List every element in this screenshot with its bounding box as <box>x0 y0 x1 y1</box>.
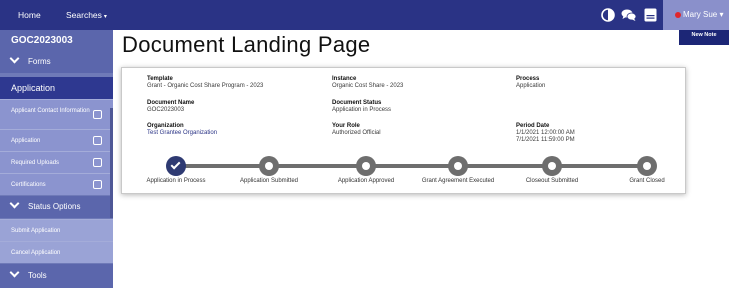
document-name-label: Document Name <box>147 100 195 106</box>
progress-track <box>170 164 647 168</box>
sidebar-item-label: Applicant Contact Information <box>11 108 90 114</box>
progress-step <box>259 156 279 176</box>
new-note-button[interactable]: New Note <box>679 30 729 45</box>
document-name-value: GOC2023003 <box>147 107 185 113</box>
progress-step <box>542 156 562 176</box>
document-status-field: Document Status Application in Process <box>332 100 391 114</box>
contrast-icon[interactable] <box>601 8 615 22</box>
sidebar-item-label: Submit Application <box>11 228 61 234</box>
caret-down-icon: ▾ <box>103 14 107 20</box>
forms-label: Forms <box>28 57 51 66</box>
checkbox-icon[interactable] <box>93 158 102 167</box>
checkbox-icon[interactable] <box>93 110 102 119</box>
chevron-down-icon <box>9 53 20 64</box>
template-label: Template <box>147 76 173 82</box>
organization-field: Organization Test Grantee Organization <box>147 123 217 137</box>
instance-field: Instance Organic Cost Share - 2023 <box>332 76 403 90</box>
record-id: GOC2023003 <box>0 30 113 51</box>
step-label: Application in Process <box>146 178 206 184</box>
step-label: Closeout Submitted <box>525 178 579 184</box>
your-role-label: Your Role <box>332 123 360 129</box>
sidebar-item-application-header[interactable]: Application <box>0 77 113 99</box>
progress-step <box>637 156 657 176</box>
sidebar-item-label: Required Uploads <box>11 160 60 166</box>
instance-value: Organic Cost Share - 2023 <box>332 83 404 89</box>
progress-step <box>448 156 468 176</box>
document-name-field: Document Name GOC2023003 <box>147 100 194 114</box>
user-menu[interactable]: Mary Sue ▾ <box>663 0 729 30</box>
instance-label: Instance <box>332 76 357 82</box>
step-label: Application Submitted <box>239 178 299 184</box>
user-status-icon <box>675 12 681 18</box>
checkbox-icon[interactable] <box>93 136 102 145</box>
period-date-start: 1/1/2021 12:00:00 AM <box>516 130 575 136</box>
page-title: Document Landing Page <box>122 32 371 57</box>
top-nav-bar: Home Searches ▾ Mary Sue ▾ <box>0 0 729 30</box>
document-status-label: Document Status <box>332 100 382 106</box>
sidebar-item-label: Cancel Application <box>11 250 61 256</box>
sidebar-item-submit-application[interactable]: Submit Application <box>0 219 113 241</box>
nav-searches-menu[interactable]: Searches ▾ <box>66 0 107 30</box>
progress-step <box>166 156 186 176</box>
process-field: Process Application <box>516 76 545 90</box>
user-name: Mary Sue <box>683 10 718 19</box>
step-label: Grant Closed <box>629 178 665 184</box>
forms-section-toggle[interactable]: Forms <box>0 51 113 73</box>
chevron-down-icon <box>9 267 20 278</box>
process-label: Process <box>516 76 540 82</box>
template-value: Grant - Organic Cost Share Program - 202… <box>147 83 264 89</box>
status-options-label: Status Options <box>28 202 81 211</box>
chat-icon[interactable] <box>621 8 637 22</box>
sidebar-item-applicant-contact[interactable]: Applicant Contact Information <box>0 99 113 129</box>
step-label: Application Approved <box>337 178 395 184</box>
period-date-end: 7/1/2021 11:59:00 PM <box>516 137 575 143</box>
tools-section-toggle[interactable]: Tools <box>0 264 113 288</box>
document-status-value: Application in Process <box>332 107 392 113</box>
process-value: Application <box>516 83 546 89</box>
sidebar: GOC2023003 Forms Application Applicant C… <box>0 30 113 288</box>
notes-icon[interactable] <box>644 8 657 22</box>
step-label: Grant Agreement Executed <box>421 178 495 184</box>
sidebar-item-label: Application <box>11 138 41 144</box>
chevron-down-icon <box>9 198 20 209</box>
nav-home-link[interactable]: Home <box>18 0 41 30</box>
your-role-value: Authorized Official <box>332 130 381 136</box>
period-date-field: Period Date 1/1/2021 12:00:00 AM 7/1/202… <box>516 123 575 144</box>
sidebar-item-cancel-application[interactable]: Cancel Application <box>0 241 113 263</box>
sidebar-item-application[interactable]: Application <box>0 129 113 151</box>
tools-label: Tools <box>28 271 47 280</box>
progress-step <box>356 156 376 176</box>
sidebar-item-label: Certifications <box>11 182 46 188</box>
sidebar-item-certifications[interactable]: Certifications <box>0 173 113 195</box>
checkmark-icon <box>170 159 181 170</box>
sidebar-item-required-uploads[interactable]: Required Uploads <box>0 151 113 173</box>
sidebar-scrollbar[interactable] <box>110 108 113 218</box>
organization-link[interactable]: Test Grantee Organization <box>147 130 217 137</box>
your-role-field: Your Role Authorized Official <box>332 123 381 137</box>
checkbox-icon[interactable] <box>93 180 102 189</box>
nav-searches-label: Searches <box>66 10 102 20</box>
organization-label: Organization <box>147 123 184 129</box>
period-date-label: Period Date <box>516 123 550 129</box>
status-options-section-toggle[interactable]: Status Options <box>0 196 113 218</box>
template-field: Template Grant - Organic Cost Share Prog… <box>147 76 263 90</box>
